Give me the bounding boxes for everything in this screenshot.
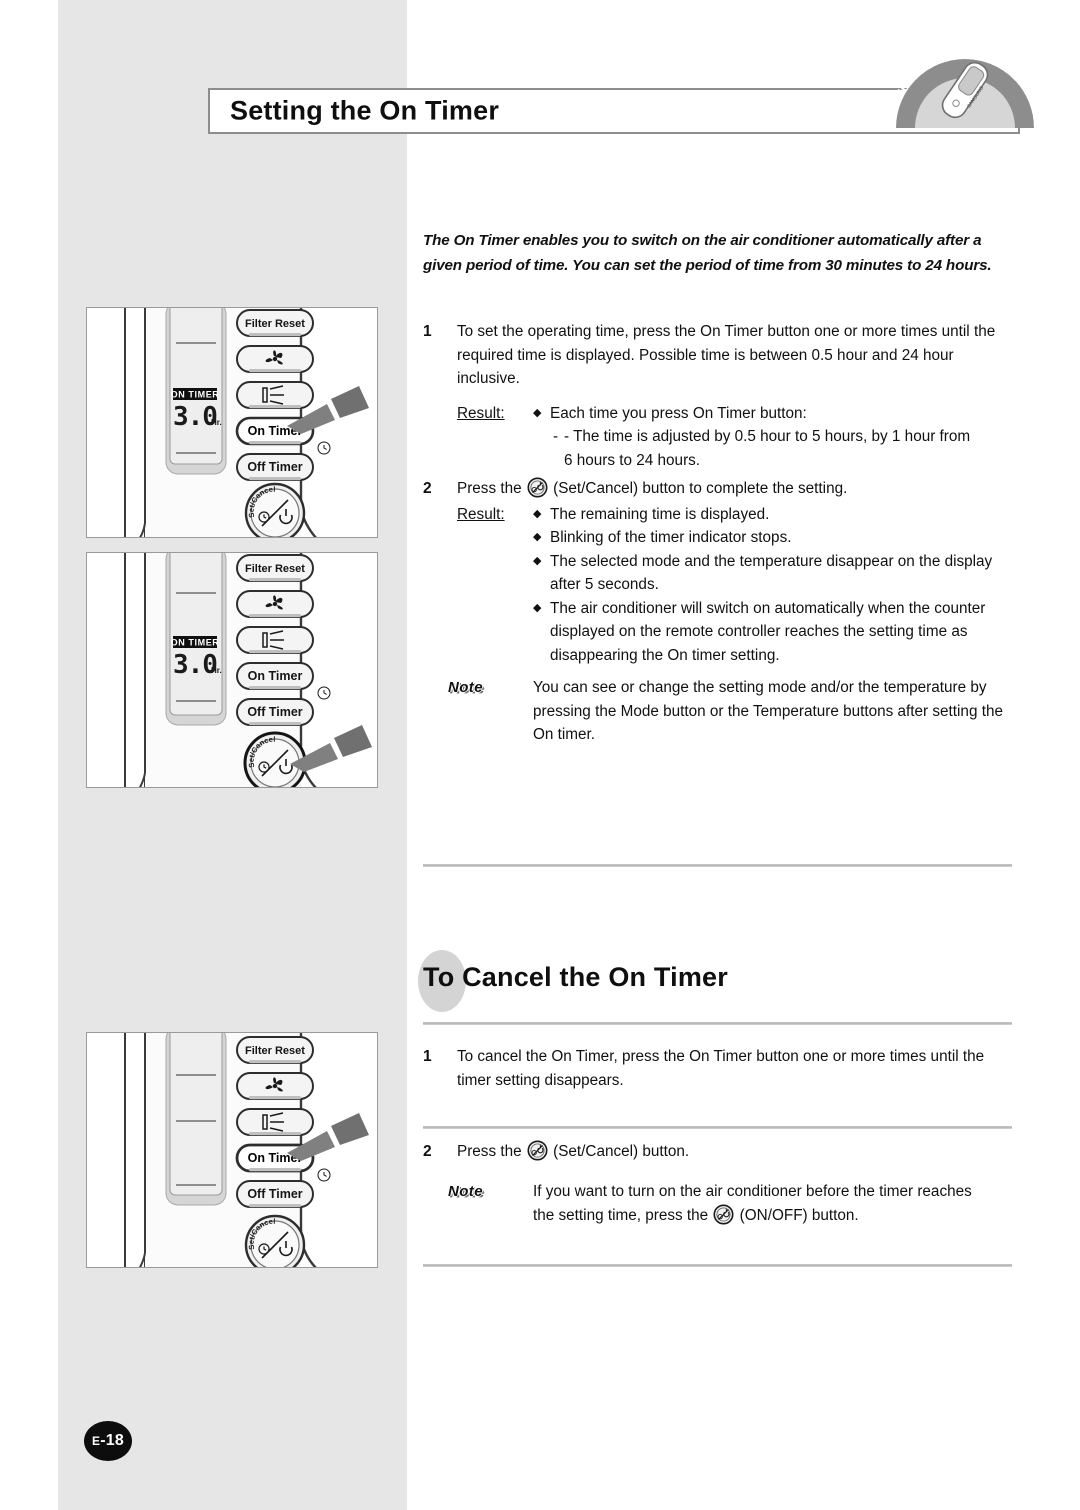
step-1-result: Result: Each time you press On Timer but… (423, 402, 1015, 473)
set-cancel-icon (527, 477, 548, 498)
note-text-line-1: If you want to turn on the air condition… (533, 1183, 972, 1200)
page-title: Setting the On Timer (230, 95, 500, 126)
result-item: Each time you press On Timer button: (533, 402, 1015, 426)
svg-text:Filter Reset: Filter Reset (245, 1045, 305, 1057)
svg-text:ON TIMER: ON TIMER (171, 390, 220, 400)
svg-text:Off Timer: Off Timer (247, 705, 302, 719)
section2-note: Note If you want to turn on the air cond… (423, 1180, 1015, 1227)
page-bottom-divider (423, 1264, 1012, 1267)
step-text: To cancel the On Timer, press the On Tim… (457, 1048, 985, 1089)
section-divider-top (423, 864, 1012, 867)
wireless-remote-controller-badge: Wireless Remote Controller SAMSUNG (882, 28, 1048, 138)
svg-text:Hr.: Hr. (211, 418, 222, 427)
step-text-before-icon: Press the (457, 480, 526, 497)
result-item: The selected mode and the temperature di… (533, 550, 1015, 597)
result-item: The air conditioner will switch on autom… (533, 597, 1015, 668)
svg-text:Hr.: Hr. (211, 666, 222, 675)
note-tag: Note (448, 1183, 483, 1200)
result-item: The remaining time is displayed. (533, 503, 1015, 527)
step-text-before-icon: Press the (457, 1143, 526, 1160)
step-text: To set the operating time, press the On … (457, 323, 996, 387)
section2-step-2: 2 Press the (Set/Cancel) button. (423, 1140, 1015, 1164)
result-label: Result: (457, 404, 505, 422)
svg-text:Filter Reset: Filter Reset (245, 318, 305, 330)
section2-heading: To Cancel the On Timer (423, 962, 728, 992)
svg-text:On Timer: On Timer (248, 669, 303, 683)
content-column: The On Timer enables you to switch on th… (418, 0, 1015, 1510)
svg-text:Filter Reset: Filter Reset (245, 563, 305, 575)
step-2-result: Result: The remaining time is displayed.… (423, 503, 1015, 668)
section2-step-1: 1 To cancel the On Timer, press the On T… (423, 1045, 1015, 1092)
result-label: Result: (457, 505, 505, 523)
page-number-value: -18 (100, 1432, 124, 1449)
section2-heading-wrap: To Cancel the On Timer (418, 950, 1015, 1012)
result-subitem-line-1: - The time is adjusted by 0.5 hour to 5 … (533, 425, 1015, 449)
note-text: If you want to turn on the air condition… (533, 1180, 1015, 1227)
page-number-prefix: E (92, 1434, 101, 1448)
svg-text:Off Timer: Off Timer (247, 460, 302, 474)
section2-step-divider (423, 1126, 1012, 1129)
note-text-before-icon: the setting time, press the (533, 1206, 713, 1224)
section1-step-1: 1 To set the operating time, press the O… (423, 320, 1015, 472)
result-items: Each time you press On Timer button: - T… (533, 402, 1015, 473)
result-subitem-line-2: 6 hours to 24 hours. (564, 451, 701, 469)
svg-text:ON TIMER: ON TIMER (171, 638, 220, 648)
manual-page: Setting the On Timer Wireless Remote Con… (0, 0, 1080, 1510)
section2-heading-underline (423, 1022, 1012, 1025)
step-number: 2 (423, 1143, 432, 1160)
svg-text:3.0: 3.0 (173, 650, 217, 680)
page-number-badge: E -18 (84, 1421, 132, 1461)
svg-text:3.0: 3.0 (173, 402, 217, 432)
svg-text:Off Timer: Off Timer (247, 1187, 302, 1201)
step-text-after-icon: (Set/Cancel) button to complete the sett… (548, 480, 848, 497)
note-tag: Note (448, 679, 483, 696)
figure-2-remote-set-cancel: ON TIMER 3.0 Hr. Filter Reset On Timer O… (86, 552, 378, 788)
result-items: The remaining time is displayed. Blinkin… (533, 503, 1015, 668)
section1-step-2: 2 Press the (Set/Cancel) button to compl… (423, 477, 1015, 667)
result-item: Blinking of the timer indicator stops. (533, 526, 1015, 550)
note-text: You can see or change the setting mode a… (533, 679, 1003, 743)
step-number: 2 (423, 480, 432, 497)
figure-3-remote-cancel-on-timer: Filter Reset On Timer Off Timer Set/Canc… (86, 1032, 378, 1268)
step-text: Press the (Set/Cancel) button. (457, 1140, 1015, 1164)
step-number: 1 (423, 1048, 432, 1065)
step-text: Press the (Set/Cancel) button to complet… (457, 477, 1015, 501)
figure-1-remote-on-timer: ON TIMER 3.0 Hr. Filter Reset On Timer O… (86, 307, 378, 538)
note-text-after-icon: (ON/OFF) button. (735, 1206, 859, 1224)
set-cancel-icon (527, 1140, 548, 1161)
step-number: 1 (423, 323, 432, 340)
intro-paragraph: The On Timer enables you to switch on th… (423, 232, 992, 274)
on-off-icon (713, 1204, 734, 1225)
step-text-after-icon: (Set/Cancel) button. (548, 1143, 690, 1160)
section1-note: Note You can see or change the setting m… (423, 676, 1015, 747)
